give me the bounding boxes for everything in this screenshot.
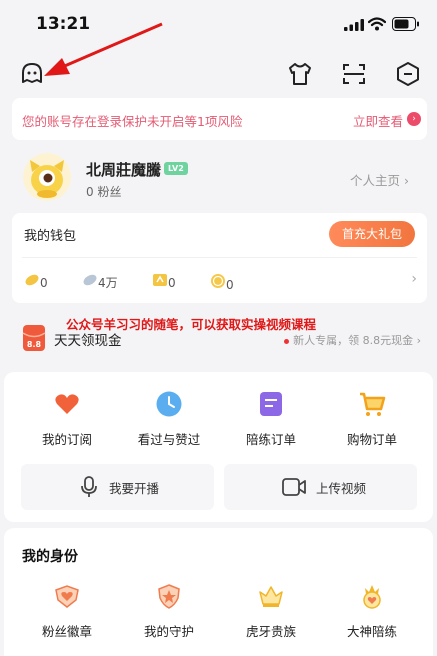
- menu-item-label: 看过与赞过: [137, 432, 201, 447]
- menu-item-label: 购物订单: [346, 432, 397, 447]
- tshirt-icon[interactable]: [286, 60, 314, 88]
- view-now-link[interactable]: 立即查看: [353, 111, 403, 130]
- coin-value: 0: [226, 278, 234, 292]
- start-live-label: 我要开播: [109, 481, 160, 496]
- settings-hexagon-icon[interactable]: [394, 60, 422, 88]
- username: 北周莊魔騰: [86, 161, 162, 179]
- profile-section: 北周莊魔騰 LV2 0 粉丝 个人主页 ›: [0, 146, 437, 216]
- silver-bean-value: 4万: [98, 276, 118, 290]
- identity-item-label: 大神陪练: [346, 624, 397, 639]
- daily-cash-offer-text: 新人专属，领 8.8元现金 ›: [293, 334, 421, 347]
- menu-item-label: 我的订阅: [41, 432, 92, 447]
- promo-overlay-text: 公众号羊习习的随笔，可以获取实操视频课程: [66, 317, 317, 332]
- annotation-arrow: [44, 22, 163, 76]
- cellular-signal-icon: [344, 19, 364, 31]
- identity-card: 我的身份 粉丝徽章 我的守护 虎牙贵族 大神陪练: [4, 528, 433, 656]
- start-live-button[interactable]: 我要开播: [21, 464, 214, 510]
- coupon-icon: [153, 274, 167, 286]
- coin-balance[interactable]: 0: [210, 273, 234, 292]
- divider: [22, 257, 417, 258]
- risk-banner[interactable]: 您的账号存在登录保护未开启等1项风险 立即查看 ›: [12, 98, 427, 140]
- fans-count[interactable]: 0 粉丝: [86, 183, 121, 200]
- silver-bean-icon: [83, 274, 97, 286]
- microphone-icon: [81, 476, 97, 497]
- menu-item-label: 陪练订单: [245, 432, 296, 447]
- wifi-icon: [368, 17, 386, 31]
- identity-item-nobility[interactable]: 虎牙贵族: [221, 582, 321, 640]
- red-envelope-badge-text: 8.8: [27, 340, 42, 349]
- risk-banner-text: 您的账号存在登录保护未开启等1项风险: [22, 114, 243, 129]
- scan-icon[interactable]: [340, 60, 368, 88]
- first-recharge-button[interactable]: 首充大礼包: [329, 221, 415, 247]
- battery-icon: [392, 17, 419, 31]
- crown-icon: [259, 586, 283, 607]
- identity-section-title: 我的身份: [22, 549, 78, 565]
- cart-icon: [360, 392, 386, 416]
- red-envelope-icon: 8.8: [22, 325, 46, 351]
- wallet-more-chevron[interactable]: ›: [411, 271, 417, 287]
- coin-icon: [211, 274, 225, 288]
- upload-video-label: 上传视频: [316, 481, 367, 496]
- identity-item-label: 粉丝徽章: [41, 624, 92, 639]
- personal-homepage-link[interactable]: 个人主页 ›: [350, 170, 409, 189]
- gold-bean-value: 0: [40, 276, 48, 290]
- menu-item-history[interactable]: 看过与赞过: [119, 390, 219, 448]
- wallet-card[interactable]: 我的钱包 首充大礼包 0 4万 0 0 ›: [12, 213, 427, 303]
- coupon-balance[interactable]: 0: [152, 273, 176, 290]
- menu-item-training-orders[interactable]: 陪练订单: [221, 390, 321, 448]
- identity-item-master-trainer[interactable]: 大神陪练: [322, 582, 422, 640]
- clock-icon: [156, 391, 182, 417]
- coupon-value: 0: [168, 276, 176, 290]
- avatar[interactable]: [22, 152, 72, 202]
- gold-bean-icon: [25, 274, 39, 286]
- level-badge: LV2: [164, 162, 188, 175]
- silver-bean-balance[interactable]: 4万: [82, 273, 118, 291]
- identity-item-guard[interactable]: 我的守护: [119, 582, 219, 640]
- order-icon: [260, 392, 282, 416]
- quick-menu-card: 我的订阅 看过与赞过 陪练订单 购物订单 我要开播 上传视频: [4, 372, 433, 522]
- menu-item-subscriptions[interactable]: 我的订阅: [17, 390, 117, 448]
- identity-item-fan-badge[interactable]: 粉丝徽章: [17, 582, 117, 640]
- identity-item-label: 我的守护: [143, 624, 194, 639]
- menu-item-shopping-orders[interactable]: 购物订单: [322, 390, 422, 448]
- daily-cash-offer[interactable]: 新人专属，领 8.8元现金 ›: [284, 332, 421, 348]
- identity-item-label: 虎牙贵族: [245, 624, 296, 639]
- gold-bean-balance[interactable]: 0: [24, 273, 48, 290]
- heart-icon: [55, 394, 79, 414]
- video-camera-icon: [282, 478, 306, 496]
- guard-icon: [158, 584, 180, 609]
- wallet-title: 我的钱包: [24, 229, 77, 244]
- master-icon: [363, 585, 381, 609]
- arrow-right-icon[interactable]: ›: [407, 112, 421, 126]
- upload-video-button[interactable]: 上传视频: [224, 464, 417, 510]
- fan-badge-icon: [55, 585, 79, 608]
- red-dot: [284, 338, 290, 344]
